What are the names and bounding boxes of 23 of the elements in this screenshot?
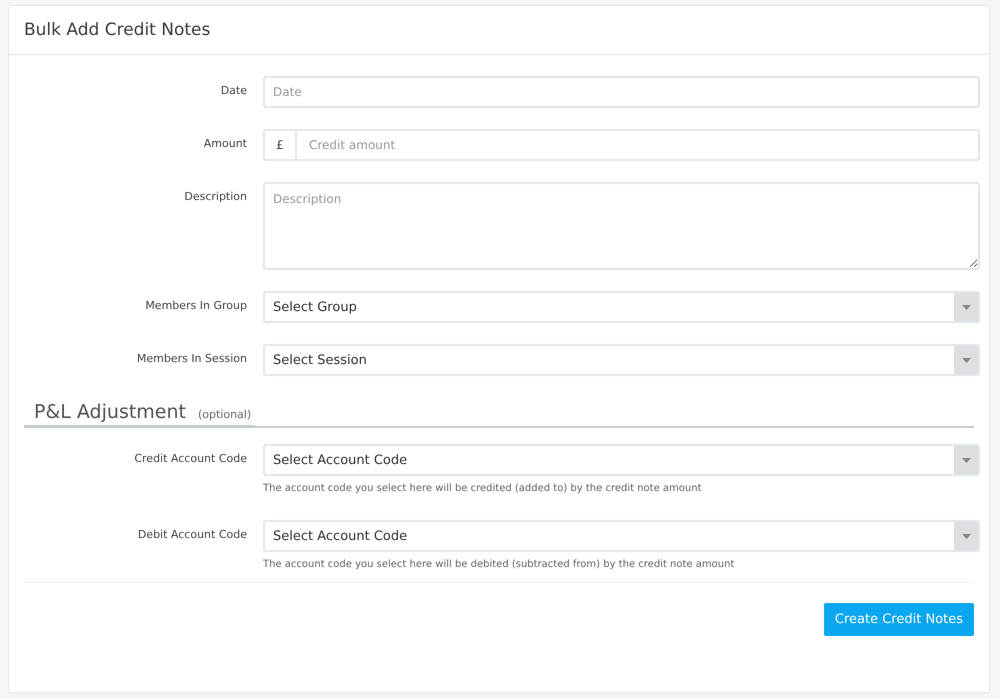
- select-dropdown[interactable]: Select Session: [263, 344, 980, 376]
- caret-icon: [962, 458, 970, 462]
- section-note: (optional): [198, 408, 252, 421]
- section-title: P&L Adjustment: [34, 401, 186, 423]
- select-dropdown[interactable]: Select Account Code: [263, 520, 980, 552]
- field-label: Date: [220, 83, 247, 99]
- field-label: Credit Account Code: [133, 451, 247, 467]
- select-dropdown[interactable]: Select Group: [263, 291, 980, 323]
- caret-icon: [962, 304, 970, 310]
- help-text: The account code you select here will be debited (subtracted from) by the credit note amount: [263, 559, 736, 570]
- caret-icon: [962, 358, 970, 362]
- select-dropdown[interactable]: Select Account Code: [263, 444, 980, 476]
- help-text: The account code you select here will be credited (added to) by the credit note amount: [263, 483, 703, 494]
- panel-title: Bulk Add Credit Notes: [24, 20, 210, 40]
- date-field[interactable]: Date: [263, 76, 980, 108]
- field-label: Debit Account Code: [136, 527, 247, 543]
- field-label: Members In Group: [144, 298, 247, 314]
- description-field[interactable]: Description: [263, 182, 980, 270]
- field-label: Description: [183, 189, 247, 205]
- field-label: Members In Session: [136, 351, 247, 367]
- amount-field[interactable]: £ Credit amount: [263, 129, 980, 161]
- field-label: Amount: [202, 136, 247, 152]
- caret-icon: [962, 534, 970, 538]
